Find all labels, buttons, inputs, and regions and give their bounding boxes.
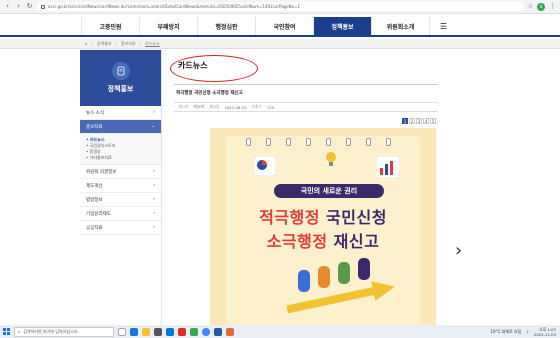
mail-icon[interactable] bbox=[166, 327, 174, 336]
sidebar-title: 정책홍보 bbox=[107, 85, 134, 93]
volume-icon[interactable]: ♪ bbox=[526, 329, 529, 334]
nav-item-adjudication[interactable]: 행정심판 bbox=[197, 17, 255, 35]
sidebar-item-public-data[interactable]: 공공자료 › bbox=[80, 221, 161, 235]
store-icon[interactable] bbox=[154, 327, 162, 336]
breadcrumb-item[interactable]: 카드뉴스 bbox=[145, 41, 160, 47]
sidebar-item-improvements[interactable]: 제도개선 › bbox=[80, 179, 161, 193]
person-illustration bbox=[358, 258, 370, 280]
chevron-down-icon: ⌄ bbox=[151, 124, 155, 129]
hancom-icon[interactable] bbox=[226, 327, 234, 336]
sidebar-header: 정책홍보 bbox=[80, 50, 161, 106]
sidebar-item-news[interactable]: 뉴스·소식 › bbox=[80, 106, 161, 120]
profile-avatar[interactable]: s bbox=[537, 2, 545, 11]
bookmark-star-icon[interactable]: ☆ bbox=[528, 3, 533, 10]
breadcrumb: ⌂ | 정책홍보 | 홍보자료 | 카드뉴스 bbox=[0, 39, 560, 49]
page-title: 카드뉴스 bbox=[178, 61, 208, 70]
page-button[interactable]: 3 bbox=[416, 118, 422, 124]
page-button[interactable]: 5 bbox=[430, 118, 436, 124]
sidebar-subitem-other[interactable]: • 기타홍보자료 bbox=[86, 155, 155, 161]
hamburger-menu-icon[interactable]: ☰ bbox=[429, 17, 457, 35]
card-pager: 1 2 3 4 5 bbox=[402, 118, 436, 124]
menu-dots-icon[interactable]: ⋮ bbox=[549, 3, 556, 10]
edge-icon[interactable] bbox=[130, 327, 138, 336]
card-headline-1: 적극행정 국민신청 bbox=[259, 208, 387, 227]
sidebar-item-ethics[interactable]: 기업윤리제도 › bbox=[80, 207, 161, 221]
top-navigation: 고충민원 부패방지 행정심판 국민참여 정책홍보 위원회소개 ☰ bbox=[0, 17, 560, 37]
powerpoint-icon[interactable] bbox=[178, 327, 186, 336]
person-illustration bbox=[338, 262, 350, 284]
url-text: acrc.go.kr/acrc/cardNews/cardNews.do?com… bbox=[48, 4, 300, 9]
nav-item-policy-pr[interactable]: 정책홍보 bbox=[313, 17, 371, 35]
excel-icon[interactable] bbox=[190, 327, 198, 336]
clock[interactable]: 오후 1:07 2021-11-03 bbox=[534, 327, 556, 337]
sidebar: 정책홍보 뉴스·소식 › 홍보자료 ⌄ • 카드뉴스 • 국민권익스토리 • 동영상… bbox=[80, 50, 162, 325]
taskbar-search[interactable]: ⌕ 검색하려면 여기에 입력하십시오. bbox=[14, 326, 114, 337]
chart-illustration-icon bbox=[254, 156, 276, 176]
sidebar-submenu: • 카드뉴스 • 국민권익스토리 • 동영상 • 기타홍보자료 bbox=[80, 134, 161, 165]
windows-start-icon[interactable] bbox=[3, 328, 10, 335]
lightbulb-icon bbox=[326, 152, 336, 166]
word-icon[interactable] bbox=[214, 327, 222, 336]
home-icon[interactable]: ⌂ bbox=[85, 41, 88, 46]
chevron-right-icon: › bbox=[153, 110, 155, 115]
breadcrumb-item[interactable]: 홍보자료 bbox=[121, 41, 136, 47]
task-view-icon[interactable] bbox=[118, 327, 126, 336]
article-meta: 게시자 박소미 게시일 2021-08-25 조회수 729 bbox=[174, 102, 438, 112]
card-headline-2: 소극행정 재신고 bbox=[266, 232, 380, 251]
address-bar[interactable]: acrc.go.kr/acrc/cardNews/cardNews.do?com… bbox=[37, 2, 524, 11]
browser-chrome: ‹ › ↻ acrc.go.kr/acrc/cardNews/cardNews.… bbox=[0, 0, 560, 14]
article-title: 적극행정 국민신청 소극행정 재신고 bbox=[176, 91, 243, 96]
card-subtitle: 국민의 새로운 권리 bbox=[274, 184, 384, 198]
system-tray: 19°C 대체로 흐림 ♪ 오후 1:07 2021-11-03 bbox=[491, 325, 556, 338]
bar-graph-icon bbox=[376, 156, 400, 178]
weather-status[interactable]: 19°C 대체로 흐림 bbox=[491, 329, 522, 335]
person-illustration bbox=[298, 270, 310, 292]
page-button[interactable]: 2 bbox=[409, 118, 415, 124]
nav-item-anticorruption[interactable]: 부패방지 bbox=[139, 17, 197, 35]
sidebar-item-resolutions[interactable]: 위원회 의결정보 › bbox=[80, 165, 161, 179]
sidebar-item-pr-materials[interactable]: 홍보자료 ⌄ bbox=[80, 120, 161, 134]
windows-taskbar: ⌕ 검색하려면 여기에 입력하십시오. 19°C 대체로 흐림 ♪ 오후 1:0… bbox=[0, 325, 560, 338]
chrome-icon[interactable] bbox=[202, 327, 210, 336]
next-card-arrow-icon[interactable]: › bbox=[455, 240, 462, 261]
card-news-image: 국민의 새로운 권리 적극행정 국민신청 소극행정 재신고 bbox=[210, 128, 436, 325]
reload-icon[interactable]: ↻ bbox=[26, 3, 33, 10]
person-illustration bbox=[318, 266, 330, 288]
nav-item-complaints[interactable]: 고충민원 bbox=[81, 17, 139, 35]
nav-item-about[interactable]: 위원회소개 bbox=[371, 17, 429, 35]
breadcrumb-item[interactable]: 정책홍보 bbox=[97, 41, 112, 47]
back-icon[interactable]: ‹ bbox=[4, 3, 11, 10]
sidebar-item-laws[interactable]: 법령정보 › bbox=[80, 193, 161, 207]
page-button[interactable]: 1 bbox=[402, 118, 408, 124]
lock-icon bbox=[41, 4, 45, 9]
main-content: 카드뉴스 적극행정 국민신청 소극행정 재신고 게시자 박소미 게시일 2021… bbox=[170, 52, 442, 325]
forward-icon[interactable]: › bbox=[15, 3, 22, 10]
file-explorer-icon[interactable] bbox=[142, 327, 150, 336]
page-button[interactable]: 4 bbox=[423, 118, 429, 124]
policy-pr-icon bbox=[111, 62, 130, 80]
search-icon: ⌕ bbox=[18, 329, 21, 334]
nav-item-participation[interactable]: 국민참여 bbox=[255, 17, 313, 35]
